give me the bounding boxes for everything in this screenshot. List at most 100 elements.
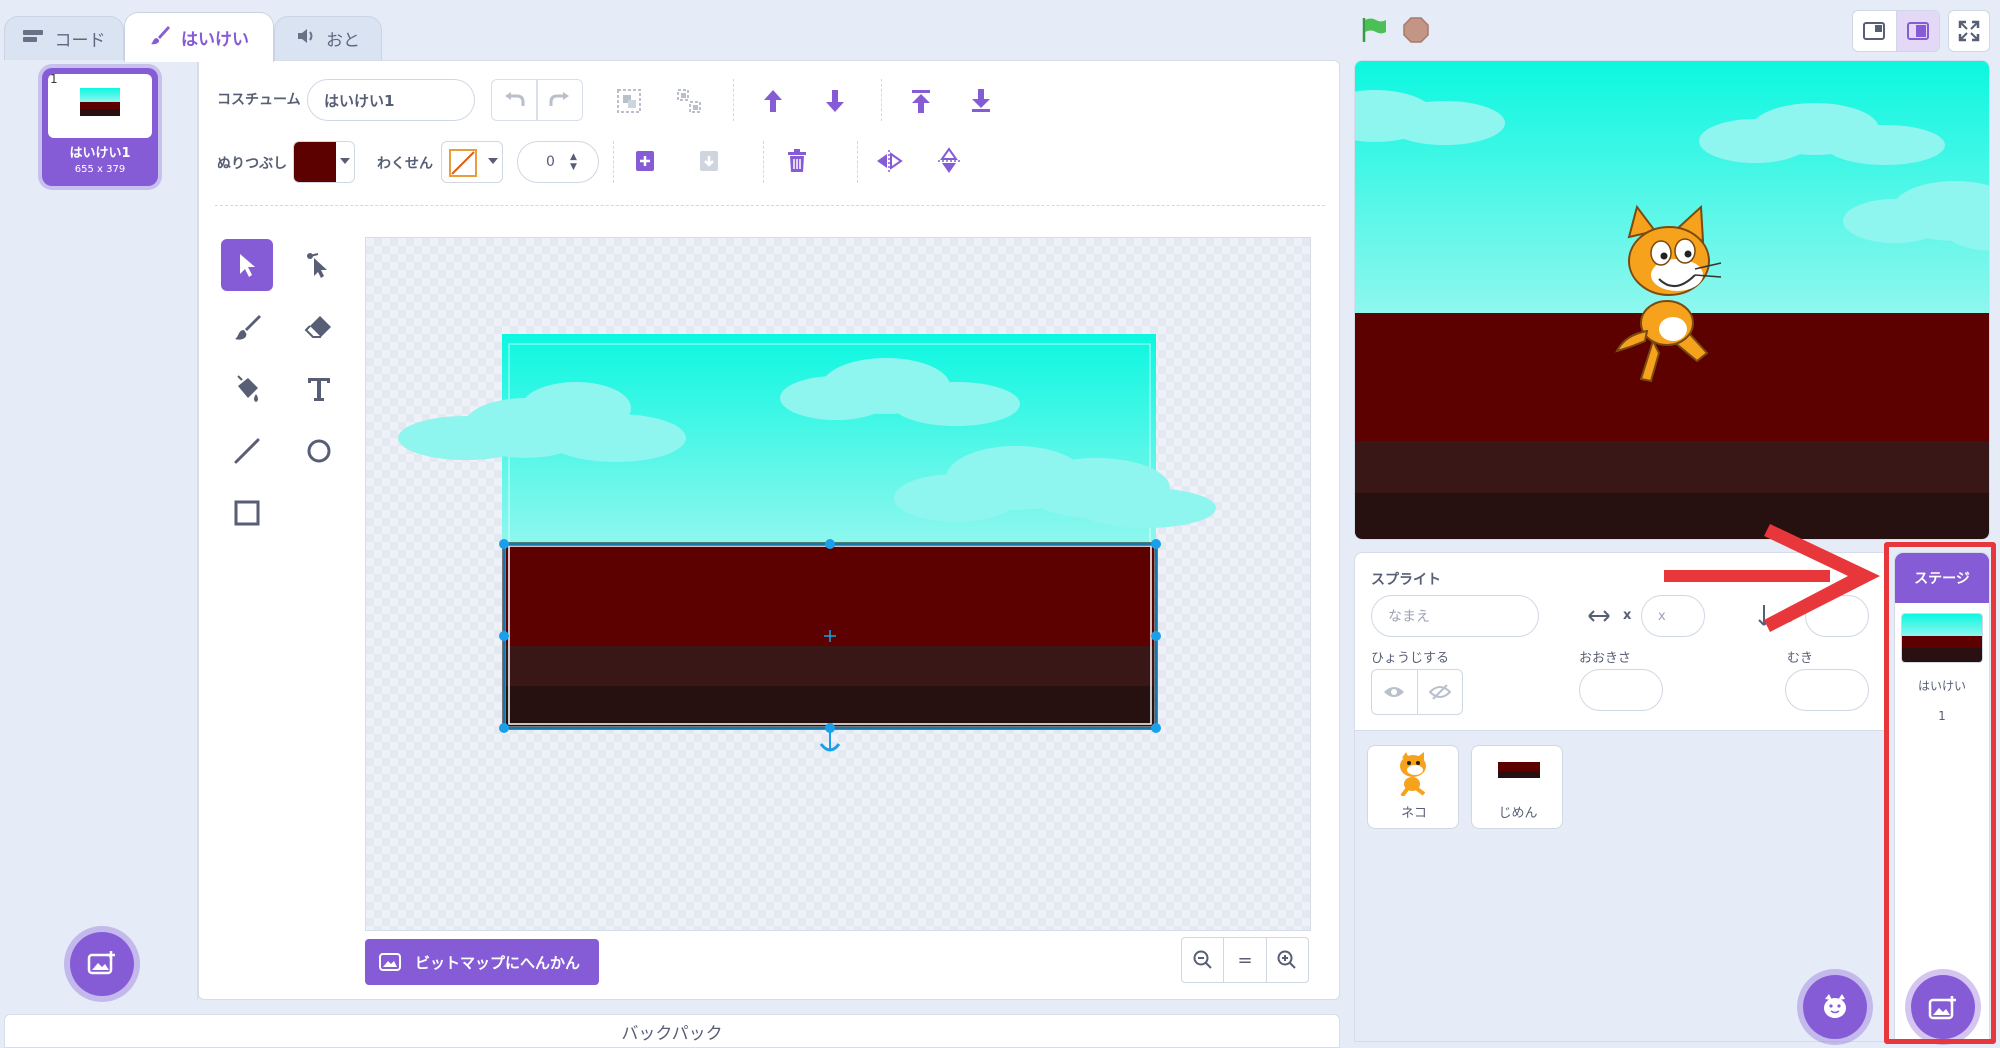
rectangle-tool[interactable] <box>221 487 273 539</box>
circle-icon <box>307 439 331 463</box>
undo-button[interactable] <box>491 79 537 121</box>
brush-tool[interactable] <box>221 301 273 353</box>
sprite-name-placeholder: なまえ <box>1388 609 1430 625</box>
circle-tool[interactable] <box>293 425 345 477</box>
eye-icon <box>1384 687 1405 697</box>
fill-color-picker[interactable] <box>293 141 355 183</box>
fullscreen-button[interactable] <box>1948 10 1990 52</box>
zoom-reset-label: = <box>1237 949 1253 971</box>
green-flag-button[interactable] <box>1356 12 1392 48</box>
text-tool[interactable] <box>293 363 345 415</box>
zoom-reset-button[interactable]: = <box>1224 938 1267 982</box>
reshape-icon <box>307 253 327 278</box>
rectangle-icon <box>234 500 260 526</box>
flip-vertical-button[interactable] <box>927 143 971 179</box>
costume-item[interactable]: 1 はいけい1 655 x 379 <box>42 68 158 186</box>
backdrop-count: 1 <box>1938 709 1946 723</box>
paint-bucket-icon <box>237 375 258 402</box>
line-tool[interactable] <box>221 425 273 477</box>
large-stage-button[interactable] <box>1896 11 1939 51</box>
fill-swatch <box>294 142 336 182</box>
group-button[interactable] <box>609 83 649 119</box>
undo-icon <box>505 92 525 106</box>
tab-code-label: コード <box>54 31 106 51</box>
paste-icon <box>700 151 718 171</box>
stage-header-label: ステージ <box>1914 571 1970 587</box>
choose-backdrop-stage-button[interactable] <box>1911 975 1975 1039</box>
green-flag-icon <box>1362 18 1386 42</box>
x-label: x <box>1623 608 1632 623</box>
eraser-icon <box>304 316 331 338</box>
direction-input[interactable] <box>1785 669 1869 711</box>
sprite-tile[interactable]: じめん <box>1471 745 1563 829</box>
zoom-out-icon <box>1193 950 1212 969</box>
eraser-tool[interactable] <box>293 301 345 353</box>
flip-horizontal-button[interactable] <box>867 143 911 179</box>
sprite-tile-name: ネコ <box>1401 806 1427 821</box>
costume-name-input[interactable]: はいけい1 <box>307 79 475 121</box>
arrow-cursor-icon <box>240 254 255 277</box>
ungroup-button[interactable] <box>669 83 709 119</box>
sprite-label: スプライト <box>1371 572 1441 588</box>
choose-backdrop-button[interactable] <box>70 932 134 996</box>
forward-icon <box>764 90 782 112</box>
front-button[interactable] <box>899 83 943 119</box>
brush-icon <box>235 315 261 340</box>
line-icon <box>234 438 260 464</box>
copy-button[interactable] <box>623 143 667 179</box>
stage[interactable] <box>1354 60 1990 540</box>
delete-button[interactable] <box>775 143 819 179</box>
small-stage-button[interactable] <box>1853 11 1897 51</box>
redo-button[interactable] <box>537 79 583 121</box>
drawing-canvas[interactable] <box>365 237 1311 931</box>
choose-sprite-button[interactable] <box>1803 975 1867 1039</box>
chevron-down-icon <box>488 158 498 164</box>
front-icon <box>912 90 930 113</box>
stop-button[interactable] <box>1398 12 1434 48</box>
select-tool[interactable] <box>221 239 273 291</box>
zoom-in-button[interactable] <box>1267 938 1308 982</box>
cat-add-icon <box>1824 994 1846 1018</box>
backward-button[interactable] <box>813 83 857 119</box>
ground-thumbnail <box>1498 762 1540 778</box>
tab-code[interactable]: コード <box>4 16 124 60</box>
stage-size-toggle <box>1852 10 1940 52</box>
back-icon <box>972 89 990 112</box>
tab-backdrops-label: はいけい <box>181 30 249 50</box>
divider <box>733 79 734 121</box>
zoom-out-button[interactable] <box>1182 938 1225 982</box>
size-label: おおきさ <box>1579 651 1632 666</box>
convert-to-bitmap-button[interactable]: ビットマップにへんかん <box>365 939 599 985</box>
outline-color-picker[interactable] <box>441 141 503 183</box>
group-icon <box>617 89 641 113</box>
sprite-name-input[interactable]: なまえ <box>1371 595 1539 637</box>
backdrop-label: はいけい <box>1917 679 1966 693</box>
hide-button[interactable] <box>1418 670 1463 714</box>
costume-size: 655 x 379 <box>74 164 126 175</box>
trash-icon <box>788 149 806 172</box>
tab-sounds[interactable]: おと <box>274 16 382 60</box>
outline-label: わくせん <box>377 156 433 172</box>
forward-button[interactable] <box>751 83 795 119</box>
small-stage-icon <box>1863 22 1886 40</box>
paste-button[interactable] <box>687 143 731 179</box>
sprite-tile[interactable]: ネコ <box>1367 745 1459 829</box>
backpack-bar[interactable]: バックパック <box>4 1014 1340 1048</box>
size-input[interactable] <box>1579 669 1663 711</box>
chevron-down-icon <box>340 158 350 164</box>
fill-tool[interactable] <box>221 363 273 415</box>
tab-backdrops[interactable]: はいけい <box>124 12 274 62</box>
flip-horizontal-icon <box>877 150 903 172</box>
outline-width-input[interactable]: 0 ▲ ▼ <box>517 141 599 183</box>
reshape-tool[interactable] <box>293 239 345 291</box>
stage-selector[interactable]: ステージ はいけい 1 <box>1894 552 1990 1042</box>
stop-icon <box>1403 17 1429 43</box>
stepper-icon: ▲ ▼ <box>570 152 577 172</box>
text-icon <box>308 378 330 401</box>
back-button[interactable] <box>959 83 1003 119</box>
divider <box>857 141 858 183</box>
backdrop-artwork <box>398 334 1216 752</box>
show-button[interactable] <box>1372 670 1418 714</box>
tab-sounds-label: おと <box>326 31 360 51</box>
costume-number: 1 <box>50 72 58 86</box>
